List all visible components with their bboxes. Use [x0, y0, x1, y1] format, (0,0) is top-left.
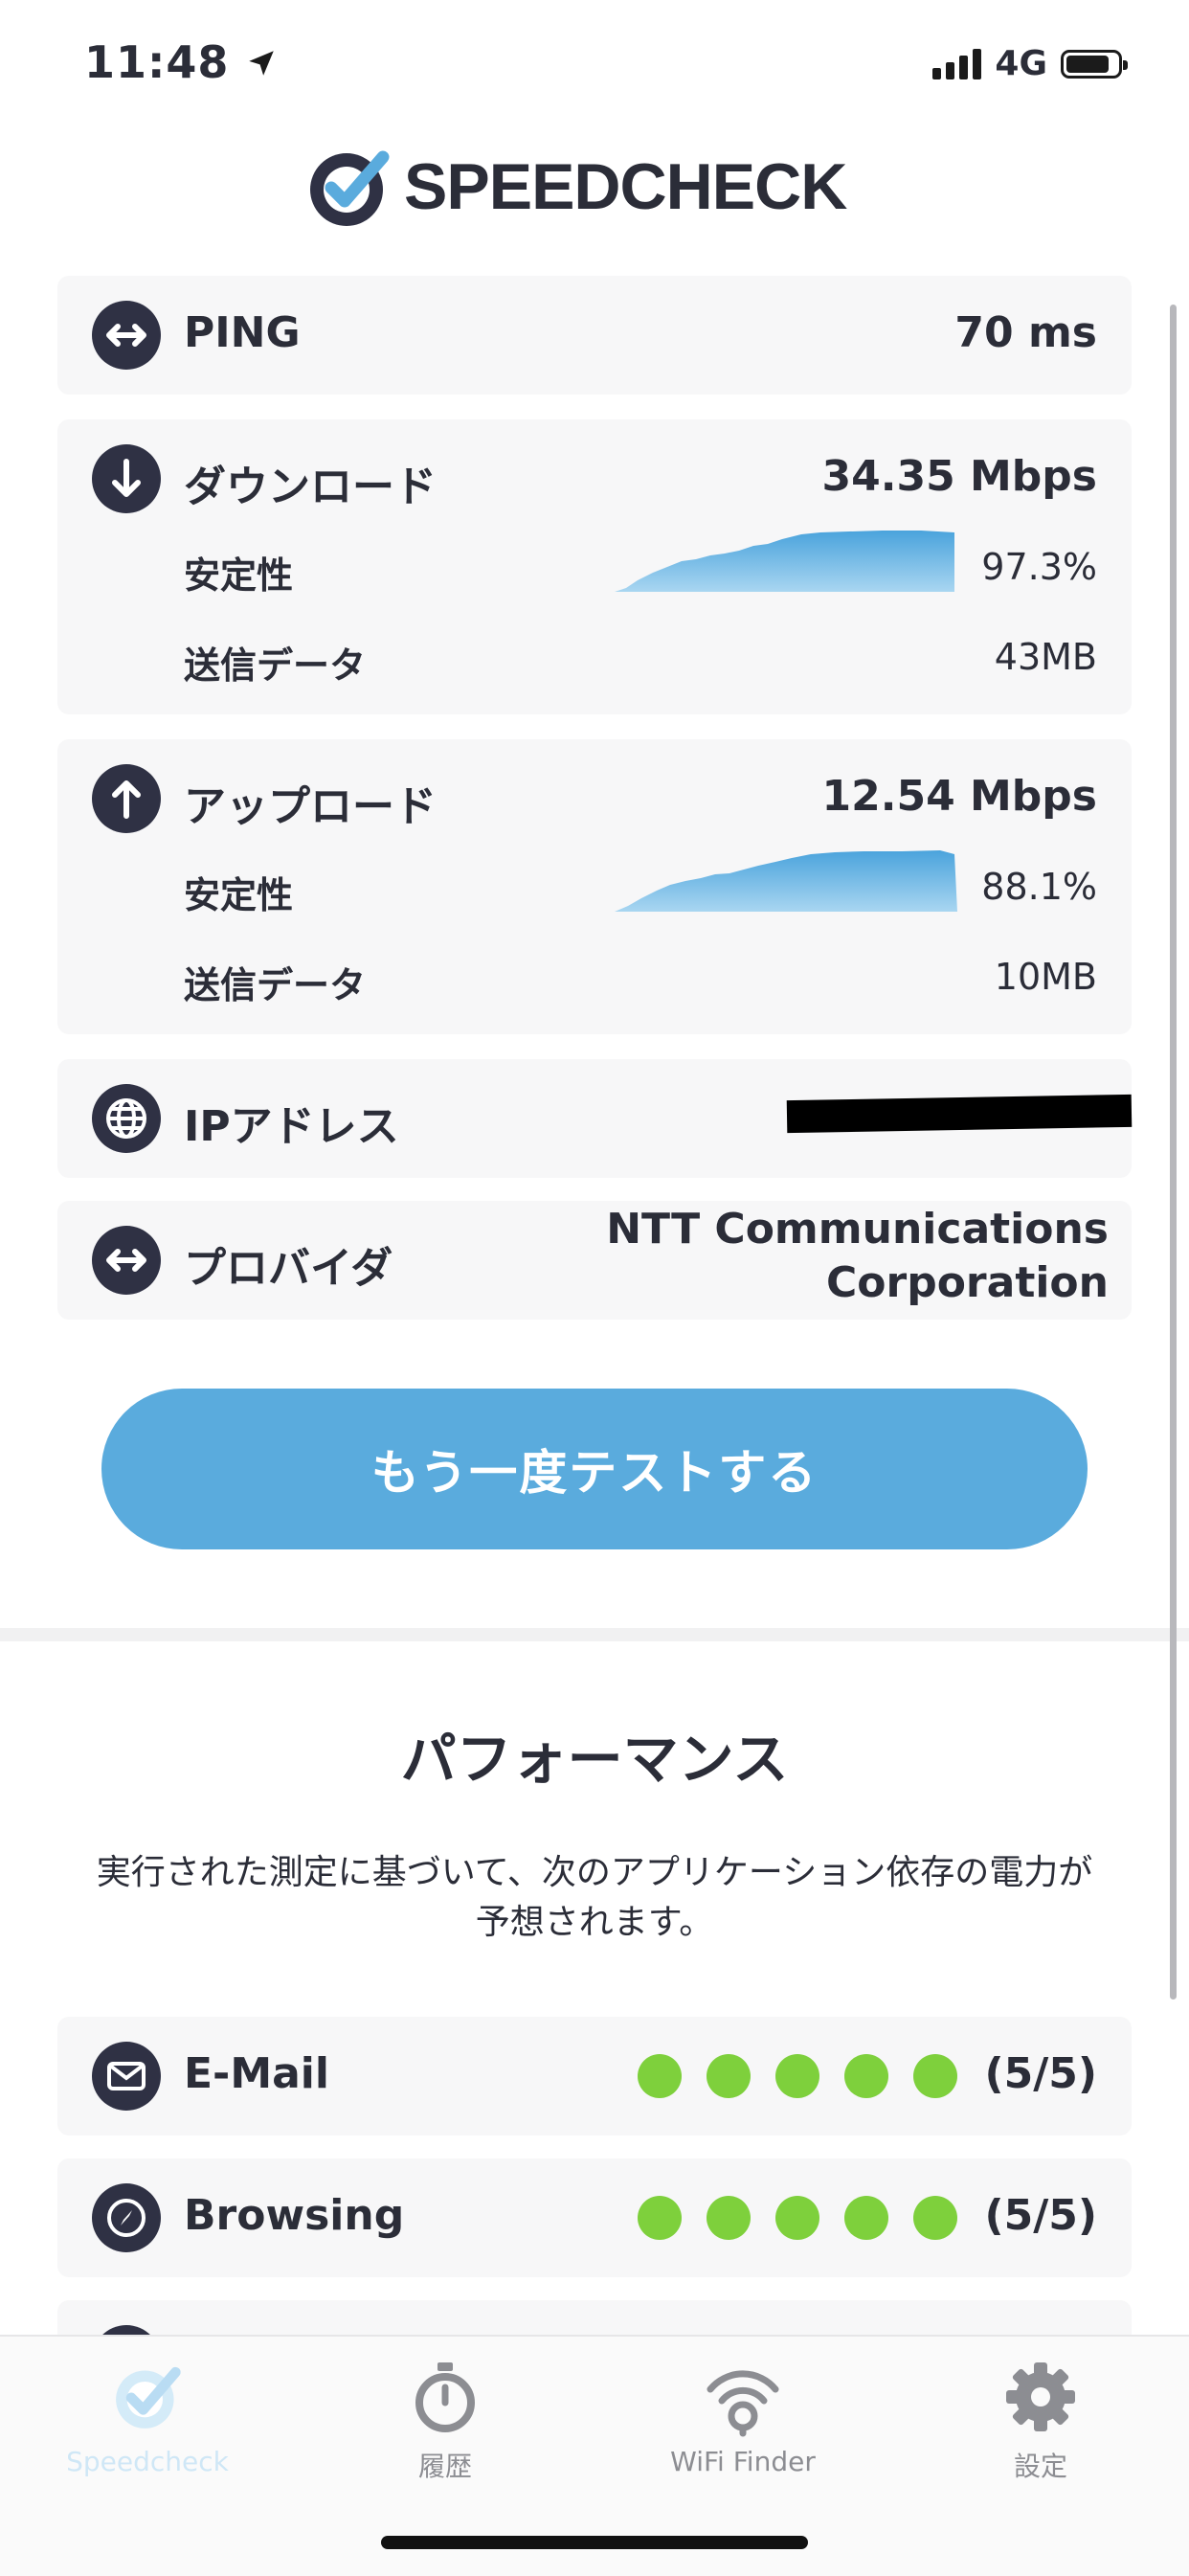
rating-dot: [913, 2054, 957, 2098]
gear-icon: [1006, 2362, 1075, 2431]
performance-title: パフォーマンス: [400, 1727, 789, 1792]
rating-dot: [638, 2196, 682, 2240]
upload-arrow-icon: [92, 764, 161, 833]
upload-stability-graph: [615, 850, 957, 912]
tab-label: 履歴: [417, 2451, 472, 2482]
globe-icon: [92, 1084, 161, 1153]
performance-description: 実行された測定に基づいて、次のアプリケーション依存の電力が 予想されます。: [38, 1848, 1151, 1948]
provider-value-line2: Corporation: [825, 1258, 1109, 1307]
tab-history[interactable]: 履歴: [302, 2354, 589, 2484]
ping-card: PING 70 ms: [57, 276, 1132, 395]
performance-item-rating: (5/5): [984, 2191, 1097, 2240]
tab-wifi-finder[interactable]: WiFi Finder: [599, 2354, 886, 2477]
logo-text: SPEEDCHECK: [404, 150, 847, 223]
app-logo: SPEEDCHECK: [306, 144, 847, 230]
rating-dot: [707, 2054, 751, 2098]
performance-item-rating: (5/5): [984, 2049, 1097, 2098]
ip-address-card: IPアドレス: [57, 1059, 1133, 1178]
performance-description-line2: 予想されます。: [475, 1903, 714, 1942]
ping-value: 70 ms: [954, 308, 1097, 357]
rating-dot: [638, 2054, 682, 2098]
ping-label: PING: [184, 308, 301, 357]
performance-item-label: Browsing: [184, 2191, 405, 2240]
tab-speedcheck[interactable]: Speedcheck: [4, 2354, 291, 2477]
download-card: ダウンロード 34.35 Mbps 安定性 97.3% 送信データ 43MB: [57, 419, 1132, 714]
provider-icon: [92, 1226, 161, 1295]
scrollbar[interactable]: [1170, 305, 1177, 2000]
download-value: 34.35 Mbps: [821, 452, 1097, 501]
tab-settings[interactable]: 設定: [897, 2354, 1184, 2484]
rating-dot: [775, 2196, 819, 2240]
compass-icon: [92, 2183, 161, 2252]
performance-item-browsing: Browsing (5/5): [57, 2158, 1132, 2277]
stopwatch-icon: [415, 2362, 475, 2432]
mail-icon: [92, 2042, 161, 2111]
retest-button[interactable]: もう一度テストする: [101, 1389, 1088, 1549]
rating-dot: [913, 2196, 957, 2240]
performance-description-line1: 実行された測定に基づいて、次のアプリケーション依存の電力が: [96, 1853, 1093, 1892]
speedcheck-logo-icon: [310, 150, 390, 226]
location-arrow-icon: [249, 51, 275, 76]
upload-stability-label: 安定性: [184, 874, 294, 916]
tab-label: 設定: [1013, 2451, 1067, 2482]
ip-address-label: IPアドレス: [184, 1102, 399, 1151]
download-data-value: 43MB: [994, 636, 1097, 678]
upload-value: 12.54 Mbps: [821, 772, 1097, 821]
tab-label: WiFi Finder: [670, 2446, 816, 2477]
upload-stability-value: 88.1%: [981, 866, 1097, 908]
upload-label: アップロード: [184, 782, 437, 831]
rating-dots: [638, 2196, 957, 2240]
download-stability-label: 安定性: [184, 554, 294, 597]
status-indicators: 4G: [932, 44, 1128, 83]
section-divider: [0, 1628, 1189, 1641]
download-label: ダウンロード: [184, 463, 437, 511]
provider-card: プロバイダ NTT Communications Corporation: [57, 1201, 1132, 1320]
network-type: 4G: [995, 44, 1047, 83]
rating-dot: [844, 2054, 888, 2098]
download-stability-value: 97.3%: [981, 546, 1097, 588]
provider-value: NTT Communications Corporation: [606, 1203, 1109, 1310]
rating-dot: [707, 2196, 751, 2240]
rating-dot: [775, 2054, 819, 2098]
provider-value-line1: NTT Communications: [606, 1205, 1109, 1254]
home-indicator[interactable]: [381, 2536, 808, 2549]
ping-icon: [92, 301, 161, 370]
rating-dot: [844, 2196, 888, 2240]
upload-card: アップロード 12.54 Mbps 安定性 88.1% 送信データ 10MB: [57, 739, 1132, 1034]
tab-label: Speedcheck: [66, 2446, 229, 2477]
status-time: 11:48: [84, 36, 278, 88]
download-arrow-icon: [92, 444, 161, 513]
upload-data-label: 送信データ: [184, 964, 367, 1006]
provider-label: プロバイダ: [184, 1244, 393, 1293]
download-stability-graph: [615, 531, 954, 592]
rating-dots: [638, 2054, 957, 2098]
download-data-label: 送信データ: [184, 644, 367, 687]
cellular-signal-icon: [932, 48, 982, 79]
upload-data-value: 10MB: [994, 956, 1097, 998]
performance-item-email: E-Mail (5/5): [57, 2017, 1132, 2135]
wifi-finder-icon: [707, 2370, 779, 2437]
performance-item-label: E-Mail: [184, 2049, 329, 2098]
ip-address-redacted: [786, 1094, 1133, 1134]
speedcheck-logo-icon: [116, 2366, 181, 2429]
battery-icon: [1061, 49, 1128, 79]
